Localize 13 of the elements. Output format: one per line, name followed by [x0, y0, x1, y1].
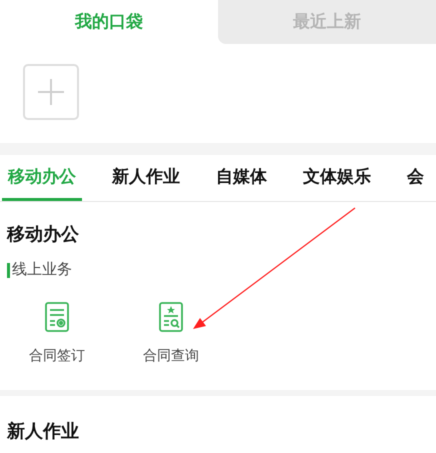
document-icon — [45, 302, 69, 332]
service-item[interactable]: 合同签订 — [20, 302, 94, 366]
plus-icon — [38, 79, 64, 105]
section-title: 移动办公 — [7, 223, 80, 246]
category-tab[interactable]: 文体娱乐 — [297, 155, 377, 201]
category-tab[interactable]: 自媒体 — [210, 155, 273, 201]
service-item[interactable]: 合同查询 — [134, 302, 208, 366]
category-tab[interactable]: 新人作业 — [106, 155, 186, 201]
section-subtitle: 线上业务 — [12, 260, 72, 280]
category-tab[interactable]: 会 — [401, 155, 430, 201]
section-title: 新人作业 — [6, 420, 80, 442]
document-search-icon — [159, 302, 183, 332]
add-button[interactable] — [23, 64, 79, 120]
